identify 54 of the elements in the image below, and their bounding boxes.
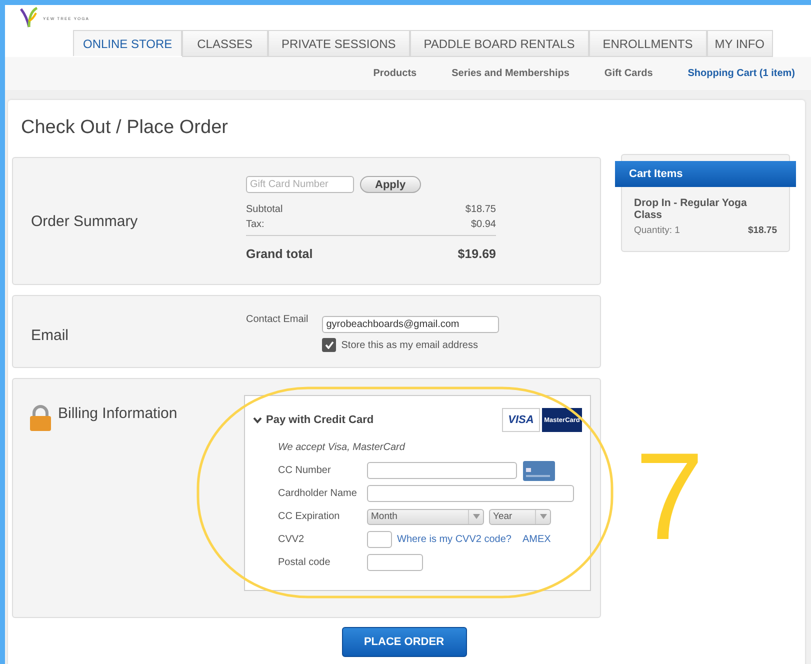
nav-tab[interactable]: ENROLLMENTS	[588, 30, 707, 57]
annotation-number: 7	[635, 435, 704, 559]
nav-tab[interactable]: MY INFO	[706, 30, 773, 57]
expiration-dropdown[interactable]: Month	[367, 508, 484, 524]
cardholder-name-field[interactable]	[367, 485, 574, 502]
page-title: Check Out / Place Order	[20, 116, 229, 139]
cart-header: Cart Items	[615, 161, 796, 187]
field-label: Postal code	[278, 557, 332, 568]
cart-item-name: Drop In - Regular Yoga Class	[634, 197, 748, 221]
summary-value: $0.94	[470, 219, 496, 230]
email-field[interactable]: gyrobeachboards@gmail.com	[322, 316, 500, 333]
postal-code-field[interactable]	[367, 554, 423, 571]
field-label: CC Number	[278, 465, 332, 476]
payment-method-toggle[interactable]: Pay with Credit Card	[253, 414, 374, 426]
field-label: Contact Email	[246, 314, 308, 325]
summary-value: $18.75	[465, 204, 496, 215]
cart-item-price: $18.75	[748, 225, 777, 236]
subnav-link[interactable]: Gift Cards	[604, 68, 653, 79]
checkbox-label: Store this as my email address	[341, 340, 478, 350]
chevron-down-icon	[253, 416, 262, 424]
checkbox[interactable]	[322, 338, 336, 352]
caret-down-icon	[472, 514, 480, 519]
padlock-icon	[29, 405, 52, 431]
card-number-field[interactable]	[367, 462, 517, 479]
summary-label: Subtotal	[246, 204, 283, 215]
help-link[interactable]: AMEX	[522, 534, 551, 545]
field-label: CVV2	[278, 534, 306, 545]
subnav-link[interactable]: Shopping Cart (1 item)	[688, 68, 795, 79]
gift-card-field[interactable]: Gift Card Number	[246, 176, 354, 193]
card-logo: VISA	[502, 408, 540, 432]
credit-card-icon	[523, 460, 555, 480]
subnav-link[interactable]: Series and Memberships	[452, 68, 570, 79]
cvv-field[interactable]	[367, 531, 392, 548]
place-order-button[interactable]: PLACE ORDER	[342, 627, 466, 657]
section-title: Order Summary	[31, 212, 138, 230]
nav-tab[interactable]: CLASSES	[182, 30, 268, 57]
total-label: Grand total	[246, 247, 313, 261]
nav-tab[interactable]: PADDLE BOARD RENTALS	[410, 30, 589, 57]
apply-button[interactable]: Apply	[360, 176, 421, 193]
total-value: $19.69	[458, 247, 496, 261]
summary-label: Tax:	[246, 219, 264, 230]
field-label: CC Expiration	[278, 511, 341, 522]
subnav-link[interactable]: Products	[373, 68, 417, 79]
nav-tab[interactable]: ONLINE STORE	[73, 30, 182, 56]
expiration-dropdown[interactable]: Year	[489, 508, 551, 524]
field-label: Cardholder Name	[278, 488, 358, 499]
section-title: Billing Information	[58, 405, 178, 422]
section-title: Email	[31, 327, 69, 344]
nav-tab[interactable]: PRIVATE SESSIONS	[268, 30, 410, 57]
caret-down-icon	[540, 514, 546, 519]
help-link[interactable]: Where is my CVV2 code?	[397, 534, 512, 545]
accepted-cards-note: We accept Visa, MasterCard	[278, 442, 406, 453]
cart-item-quantity: Quantity: 1	[634, 225, 680, 236]
logo-icon	[19, 7, 39, 29]
